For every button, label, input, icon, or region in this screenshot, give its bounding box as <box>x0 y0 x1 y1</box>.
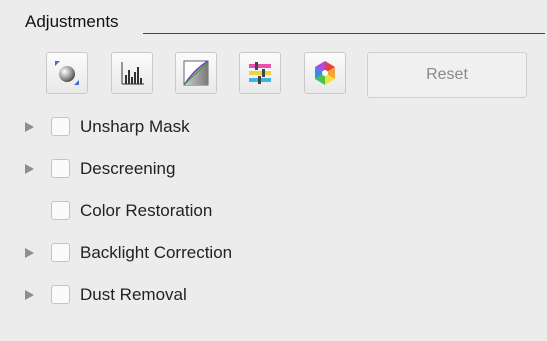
disclosure-triangle-icon[interactable] <box>25 248 34 258</box>
color-sliders-icon <box>249 62 271 84</box>
histogram-icon <box>121 62 144 85</box>
adjustments-panel: Adjustments Reset Unsharp Mask Descreeni… <box>0 0 547 341</box>
color-palette-button[interactable] <box>304 52 346 94</box>
option-dust-removal: Dust Removal <box>0 281 400 311</box>
descreening-label: Descreening <box>80 159 176 178</box>
backlight-correction-checkbox[interactable] <box>51 243 70 262</box>
color-palette-icon <box>315 61 335 85</box>
unsharp-mask-checkbox[interactable] <box>51 117 70 136</box>
color-sliders-button[interactable] <box>239 52 281 94</box>
header-divider <box>143 33 545 34</box>
option-descreening: Descreening <box>0 155 400 185</box>
disclosure-triangle-icon[interactable] <box>25 122 34 132</box>
backlight-correction-label: Backlight Correction <box>80 243 233 262</box>
option-unsharp-mask: Unsharp Mask <box>0 113 400 143</box>
color-restoration-label: Color Restoration <box>80 201 213 220</box>
dust-removal-checkbox[interactable] <box>51 285 70 304</box>
unsharp-mask-label: Unsharp Mask <box>80 117 190 136</box>
histogram-button[interactable] <box>111 52 153 94</box>
option-backlight-correction: Backlight Correction <box>0 239 400 269</box>
color-balance-sphere-icon <box>55 61 79 85</box>
descreening-checkbox[interactable] <box>51 159 70 178</box>
dust-removal-label: Dust Removal <box>80 285 187 304</box>
panel-title: Adjustments <box>25 12 121 32</box>
tone-curve-icon <box>183 60 209 86</box>
disclosure-triangle-icon[interactable] <box>25 164 34 174</box>
adjustments-header: Adjustments <box>25 10 545 36</box>
reset-button[interactable]: Reset <box>367 52 527 98</box>
tone-curve-button[interactable] <box>175 52 217 94</box>
color-balance-button[interactable] <box>46 52 88 94</box>
disclosure-triangle-icon[interactable] <box>25 290 34 300</box>
color-restoration-checkbox[interactable] <box>51 201 70 220</box>
option-color-restoration: Color Restoration <box>0 197 400 227</box>
